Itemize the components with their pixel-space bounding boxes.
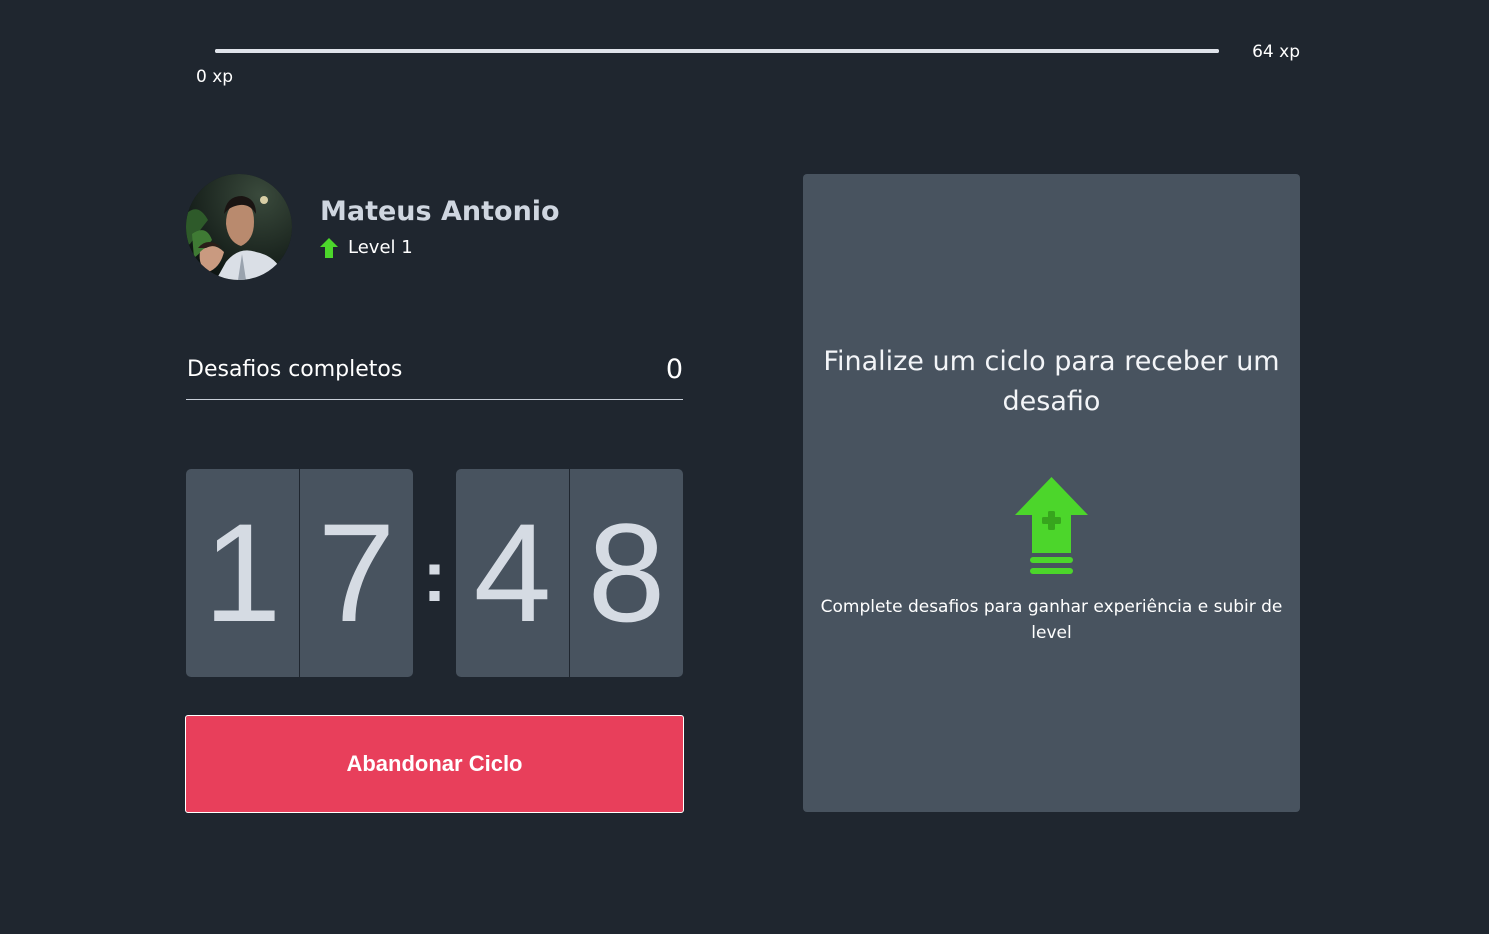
completed-challenges-count: 0 — [665, 354, 683, 385]
profile-level: Level 1 — [320, 237, 560, 258]
level-up-icon — [1015, 477, 1088, 574]
profile: Mateus Antonio Level 1 — [186, 174, 560, 280]
minute-digit-right: 7 — [299, 469, 413, 677]
level-up-arrow-icon — [320, 237, 338, 258]
completed-challenges-label: Desafios completos — [187, 357, 403, 382]
countdown-seconds: 4 8 — [456, 469, 683, 677]
second-digit-left: 4 — [473, 494, 552, 651]
challenge-panel-title: Finalize um ciclo para receber um desafi… — [823, 346, 1280, 417]
xp-track — [215, 49, 1219, 53]
xp-fill — [215, 49, 1219, 53]
experience-bar: 0 xp 64 xp — [186, 30, 1300, 90]
minute-digit-left: 1 — [203, 494, 282, 651]
challenge-panel: Finalize um ciclo para receber um desafi… — [803, 174, 1300, 812]
user-avatar-icon — [186, 174, 292, 280]
abandon-cycle-button[interactable]: Abandonar Ciclo — [185, 715, 684, 813]
countdown: 1 7 : 4 8 — [186, 469, 683, 677]
profile-name: Mateus Antonio — [320, 196, 560, 227]
second-digit-right: 8 — [569, 469, 683, 677]
avatar — [186, 174, 292, 280]
countdown-separator: : — [422, 537, 447, 617]
level-label: Level 1 — [348, 237, 413, 258]
profile-info: Mateus Antonio Level 1 — [320, 196, 560, 258]
xp-min-label: 0 xp — [196, 67, 234, 87]
countdown-minutes: 1 7 — [186, 469, 413, 677]
xp-max-label: 64 xp — [1252, 42, 1300, 62]
completed-challenges: Desafios completos 0 — [186, 340, 683, 400]
challenge-panel-description: Complete desafios para ganhar experiênci… — [820, 597, 1283, 643]
